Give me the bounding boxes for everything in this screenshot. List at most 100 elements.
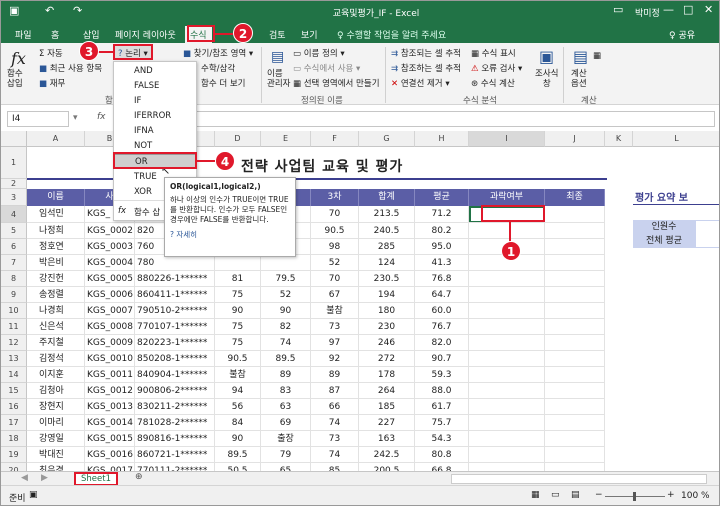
cell-final[interactable]	[545, 351, 605, 367]
cell-id[interactable]: KGS_0017	[85, 463, 135, 471]
cell-total[interactable]: 227	[359, 415, 415, 431]
tab-page-layout[interactable]: 페이지 레이아웃	[115, 28, 176, 41]
cell-name[interactable]: 송정렬	[27, 287, 85, 303]
cell-round3[interactable]: 90.5	[311, 223, 359, 239]
zoom-level[interactable]: 100 %	[681, 491, 710, 501]
zoom-in-icon[interactable]: +	[667, 490, 675, 500]
cell-fail[interactable]	[469, 319, 545, 335]
zoom-out-icon[interactable]: −	[595, 490, 603, 500]
cell-name[interactable]: 신은석	[27, 319, 85, 335]
add-sheet-icon[interactable]: ⊕	[135, 472, 143, 482]
name-box[interactable]: I4	[7, 111, 69, 127]
calc-now-icon[interactable]: ▦	[593, 51, 601, 61]
cell-total[interactable]: 124	[359, 255, 415, 271]
cell-ssn[interactable]: 780	[135, 255, 215, 271]
insert-function-icon[interactable]: fx	[11, 49, 26, 68]
name-manager-icon[interactable]: ▤	[271, 49, 284, 65]
cell-round3[interactable]: 70	[311, 206, 359, 223]
row-header-18[interactable]: 18	[1, 431, 27, 447]
cell-round1[interactable]: 89.5	[215, 447, 261, 463]
cell-average[interactable]: 80.2	[415, 223, 469, 239]
cell-round3[interactable]: 85	[311, 463, 359, 471]
cell-name[interactable]: 김정석	[27, 351, 85, 367]
cell-ssn[interactable]: 850208-1******	[135, 351, 215, 367]
cell-ssn[interactable]: 890816-1******	[135, 431, 215, 447]
redo-icon[interactable]: ↷	[73, 4, 82, 17]
cell-final[interactable]	[545, 239, 605, 255]
cell-final[interactable]	[545, 319, 605, 335]
cell-ssn[interactable]: 840904-1******	[135, 367, 215, 383]
close-icon[interactable]: ✕	[704, 3, 713, 16]
cell-round3[interactable]: 52	[311, 255, 359, 271]
cell-id[interactable]: KGS_0009	[85, 335, 135, 351]
cell-name[interactable]: 나정희	[27, 223, 85, 239]
page-layout-view-icon[interactable]: ▭	[551, 490, 560, 500]
cell-total[interactable]: 194	[359, 287, 415, 303]
menu-item-iferror[interactable]: IFERROR	[114, 109, 196, 124]
row-header-10[interactable]: 10	[1, 303, 27, 319]
cell-round3[interactable]: 70	[311, 271, 359, 287]
cell-ssn[interactable]: 860721-1******	[135, 447, 215, 463]
cell-fail[interactable]	[469, 303, 545, 319]
cell-fail[interactable]	[469, 383, 545, 399]
cell-id[interactable]: KGS_0014	[85, 415, 135, 431]
cell-average[interactable]: 54.3	[415, 431, 469, 447]
cell-total[interactable]: 178	[359, 367, 415, 383]
cell-fail[interactable]	[469, 463, 545, 471]
cell-total[interactable]: 242.5	[359, 447, 415, 463]
cell-ssn[interactable]: 790510-2******	[135, 303, 215, 319]
row-header-4[interactable]: 4	[1, 206, 27, 223]
namebox-dropdown-icon[interactable]: ▾	[73, 113, 78, 123]
cell-round1[interactable]: 94	[215, 383, 261, 399]
cell-round1[interactable]: 84	[215, 415, 261, 431]
cell-round2[interactable]: 63	[261, 399, 311, 415]
cell-round1[interactable]: 90.5	[215, 351, 261, 367]
cell-round1[interactable]: 75	[215, 335, 261, 351]
cell-round2[interactable]: 79.5	[261, 271, 311, 287]
cell-round1[interactable]: 75	[215, 287, 261, 303]
cell-round3[interactable]: 불참	[311, 303, 359, 319]
user-name[interactable]: 박미정	[635, 6, 660, 19]
cell-fail[interactable]	[469, 399, 545, 415]
cell-final[interactable]	[545, 463, 605, 471]
share-button[interactable]: ♀ 공유	[669, 28, 695, 41]
menu-item-ifna[interactable]: IFNA	[114, 124, 196, 139]
calc-options-button[interactable]: 계산 옵션	[571, 69, 587, 89]
cell-fail[interactable]	[469, 335, 545, 351]
cell-total[interactable]: 246	[359, 335, 415, 351]
cell-final[interactable]	[545, 206, 605, 223]
cell-name[interactable]: 이지훈	[27, 367, 85, 383]
col-header-i[interactable]: I	[469, 131, 545, 147]
cell-ssn[interactable]: 860411-1******	[135, 287, 215, 303]
more-functions-button[interactable]: 함수 더 보기	[201, 77, 246, 89]
cell-final[interactable]	[545, 271, 605, 287]
macro-record-icon[interactable]: ▣	[29, 490, 38, 500]
cell-round2[interactable]: 82	[261, 319, 311, 335]
cell-final[interactable]	[545, 255, 605, 271]
cell-name[interactable]: 김청아	[27, 383, 85, 399]
cell-round2[interactable]: 65	[261, 463, 311, 471]
watch-window-icon[interactable]: ▣	[539, 47, 554, 66]
row-header-16[interactable]: 16	[1, 399, 27, 415]
cell-round2[interactable]: 79	[261, 447, 311, 463]
cell-round3[interactable]: 73	[311, 319, 359, 335]
row-header-7[interactable]: 7	[1, 255, 27, 271]
cell-round1[interactable]: 불참	[215, 367, 261, 383]
col-header-a[interactable]: A	[27, 131, 85, 147]
row-header-1[interactable]: 1	[1, 147, 27, 179]
row-header-12[interactable]: 12	[1, 335, 27, 351]
cell-round2[interactable]: 69	[261, 415, 311, 431]
menu-item-if[interactable]: IF	[114, 94, 196, 109]
cell-name[interactable]: 박대진	[27, 447, 85, 463]
ribbon-display-icon[interactable]: ▭	[613, 3, 623, 16]
tell-me-search[interactable]: ♀ 수행할 작업을 알려 주세요	[337, 28, 446, 41]
fx-icon[interactable]: fx	[97, 112, 106, 122]
cell-id[interactable]: KGS_0004	[85, 255, 135, 271]
tab-review[interactable]: 검토	[269, 28, 286, 41]
remove-arrows-button[interactable]: ✕ 연결선 제거 ▾	[391, 77, 450, 89]
row-header-5[interactable]: 5	[1, 223, 27, 239]
cell-final[interactable]	[545, 447, 605, 463]
col-header-d[interactable]: D	[215, 131, 261, 147]
cell-final[interactable]	[545, 303, 605, 319]
cell-fail[interactable]	[469, 447, 545, 463]
